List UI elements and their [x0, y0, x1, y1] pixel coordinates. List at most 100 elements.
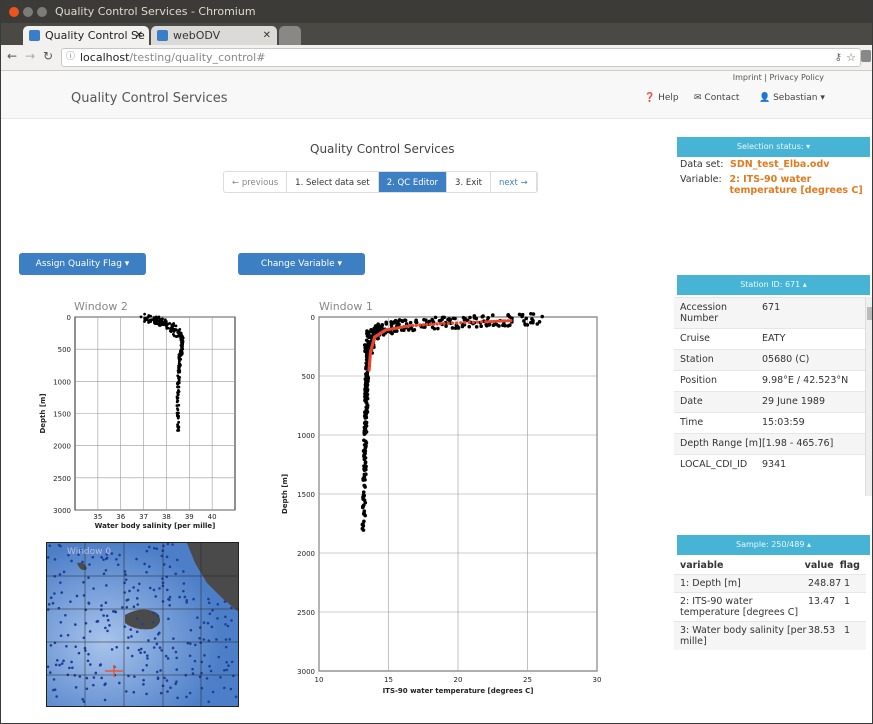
step-exit[interactable]: 3. Exit — [447, 172, 491, 192]
reload-icon[interactable]: ↻ — [43, 49, 53, 63]
station-dot — [208, 601, 211, 605]
assign-quality-flag-button[interactable]: Assign Quality Flag ▾ — [19, 253, 146, 275]
title-bar: Quality Control Services - Chromium — [1, 1, 872, 23]
minimize-window-icon[interactable] — [23, 7, 33, 17]
new-tab-button[interactable] — [279, 26, 301, 45]
key-icon[interactable]: ⚷ — [835, 49, 842, 66]
sample-cell: 1 — [844, 625, 851, 636]
station-dot — [57, 543, 61, 547]
user-menu[interactable]: 👤 Sebastian ▾ — [759, 93, 825, 103]
imprint-privacy-links[interactable]: Imprint | Privacy Policy — [733, 73, 824, 82]
station-dot — [48, 544, 52, 547]
station-dot — [168, 595, 172, 599]
station-header[interactable]: Station ID: 671 ▴ — [677, 275, 870, 295]
station-dot — [160, 554, 164, 558]
forward-icon[interactable]: → — [25, 49, 35, 63]
help-link[interactable]: ❓ Help — [644, 93, 679, 103]
station-dot — [98, 663, 102, 667]
station-dot — [123, 591, 126, 594]
sample-row[interactable]: 2: ITS-90 water temperature [degrees C] 1… — [674, 592, 866, 621]
x-tick-label: 36 — [116, 513, 125, 521]
favicon-icon — [29, 30, 40, 41]
station-scrollbar[interactable] — [865, 297, 872, 496]
station-dot — [95, 620, 99, 623]
contact-link[interactable]: ✉ Contact — [694, 93, 739, 103]
highlight-point — [454, 321, 459, 325]
window0-map[interactable]: Window 0 — [46, 542, 239, 707]
station-dot — [146, 657, 149, 660]
data-point — [384, 322, 389, 326]
station-dot — [92, 676, 96, 679]
station-dot — [87, 652, 90, 656]
sample-column-header: flag — [839, 560, 860, 571]
station-dot — [210, 625, 214, 629]
dataset-key: Data set: — [680, 159, 724, 170]
sample-table: variable value flag 1: Depth [m] 248.87 1 2: I… — [674, 557, 866, 650]
close-tab-icon[interactable]: ✕ — [263, 26, 271, 45]
highlight-point — [414, 323, 418, 327]
station-dot — [55, 695, 58, 698]
extension-icon[interactable] — [861, 50, 871, 62]
station-dot — [152, 646, 156, 649]
station-dot — [148, 586, 152, 590]
station-dot — [175, 656, 178, 660]
station-dot — [148, 565, 151, 568]
station-dot — [202, 638, 206, 641]
station-dot — [222, 668, 226, 672]
step-select-dataset[interactable]: 1. Select data set — [287, 172, 379, 192]
window2-salinity-plot[interactable]: 35 36 37 38 39 40 0 500 1000 1500 2000 2500 3000 Wate… — [29, 307, 249, 535]
sample-header[interactable]: Sample: 250/489 ▴ — [677, 535, 870, 555]
window1-temperature-plot[interactable]: 10 15 20 25 30 0 500 1000 1500 2000 2500 3000 ITS-90… — [273, 307, 618, 699]
close-window-icon[interactable] — [9, 7, 19, 17]
data-point — [170, 323, 174, 326]
change-variable-button[interactable]: Change Variable ▾ — [238, 253, 365, 275]
tab-quality-control[interactable]: Quality Control Se ✕ — [23, 26, 149, 45]
sample-row[interactable]: 3: Water body salinity [per mille] 38.53 1 — [674, 621, 866, 650]
step-qc-editor[interactable]: 2. QC Editor — [378, 172, 448, 192]
station-dot — [162, 563, 166, 566]
station-dot — [124, 573, 127, 576]
scrollbar-thumb[interactable] — [867, 307, 872, 320]
data-point — [520, 314, 524, 319]
step-previous[interactable]: ← previous — [224, 172, 288, 192]
station-dot — [108, 624, 111, 627]
selection-status-header[interactable]: Selection status: ▾ — [677, 137, 870, 157]
station-dot — [189, 642, 192, 645]
station-row: LOCAL_CDI_ID 9341 — [674, 454, 866, 475]
station-dot — [136, 603, 140, 606]
station-dot — [135, 557, 138, 561]
data-point — [146, 315, 150, 319]
data-point — [525, 323, 530, 327]
highlight-point — [503, 319, 507, 323]
brand-title[interactable]: Quality Control Services — [71, 91, 228, 106]
station-dot — [172, 637, 175, 640]
close-tab-icon[interactable]: ✕ — [135, 26, 143, 45]
station-dot — [89, 663, 92, 666]
data-point — [408, 320, 413, 325]
station-dot — [53, 688, 57, 691]
bookmark-star-icon[interactable]: ☆ — [846, 49, 856, 66]
back-icon[interactable]: ← — [7, 49, 17, 63]
station-dot — [88, 630, 92, 633]
station-dot — [155, 547, 159, 551]
info-icon: ⓘ — [66, 52, 76, 62]
x-tick-label: 38 — [162, 513, 171, 521]
station-dot — [129, 628, 133, 631]
sample-cell: 248.87 — [808, 578, 842, 589]
station-dot — [141, 668, 145, 672]
station-dot — [196, 616, 199, 619]
sample-row[interactable]: 1: Depth [m] 248.87 1 — [674, 574, 866, 592]
station-dot — [100, 676, 103, 680]
tab-webodv[interactable]: webODV ✕ — [151, 26, 277, 45]
station-dot — [203, 654, 206, 657]
step-next[interactable]: next → — [490, 172, 537, 192]
station-dot — [208, 612, 212, 616]
sample-cell: 2: ITS-90 water temperature [degrees C] — [680, 596, 799, 618]
maximize-window-icon[interactable] — [37, 7, 47, 17]
envelope-icon: ✉ — [694, 93, 702, 103]
url-input[interactable]: ⓘ localhost/testing/quality_control# ⚷ ☆ — [61, 48, 861, 67]
station-dot — [152, 588, 156, 592]
station-dot — [188, 691, 192, 695]
station-value: 9.98°E / 42.523°N — [762, 375, 849, 386]
station-dot — [156, 632, 160, 636]
